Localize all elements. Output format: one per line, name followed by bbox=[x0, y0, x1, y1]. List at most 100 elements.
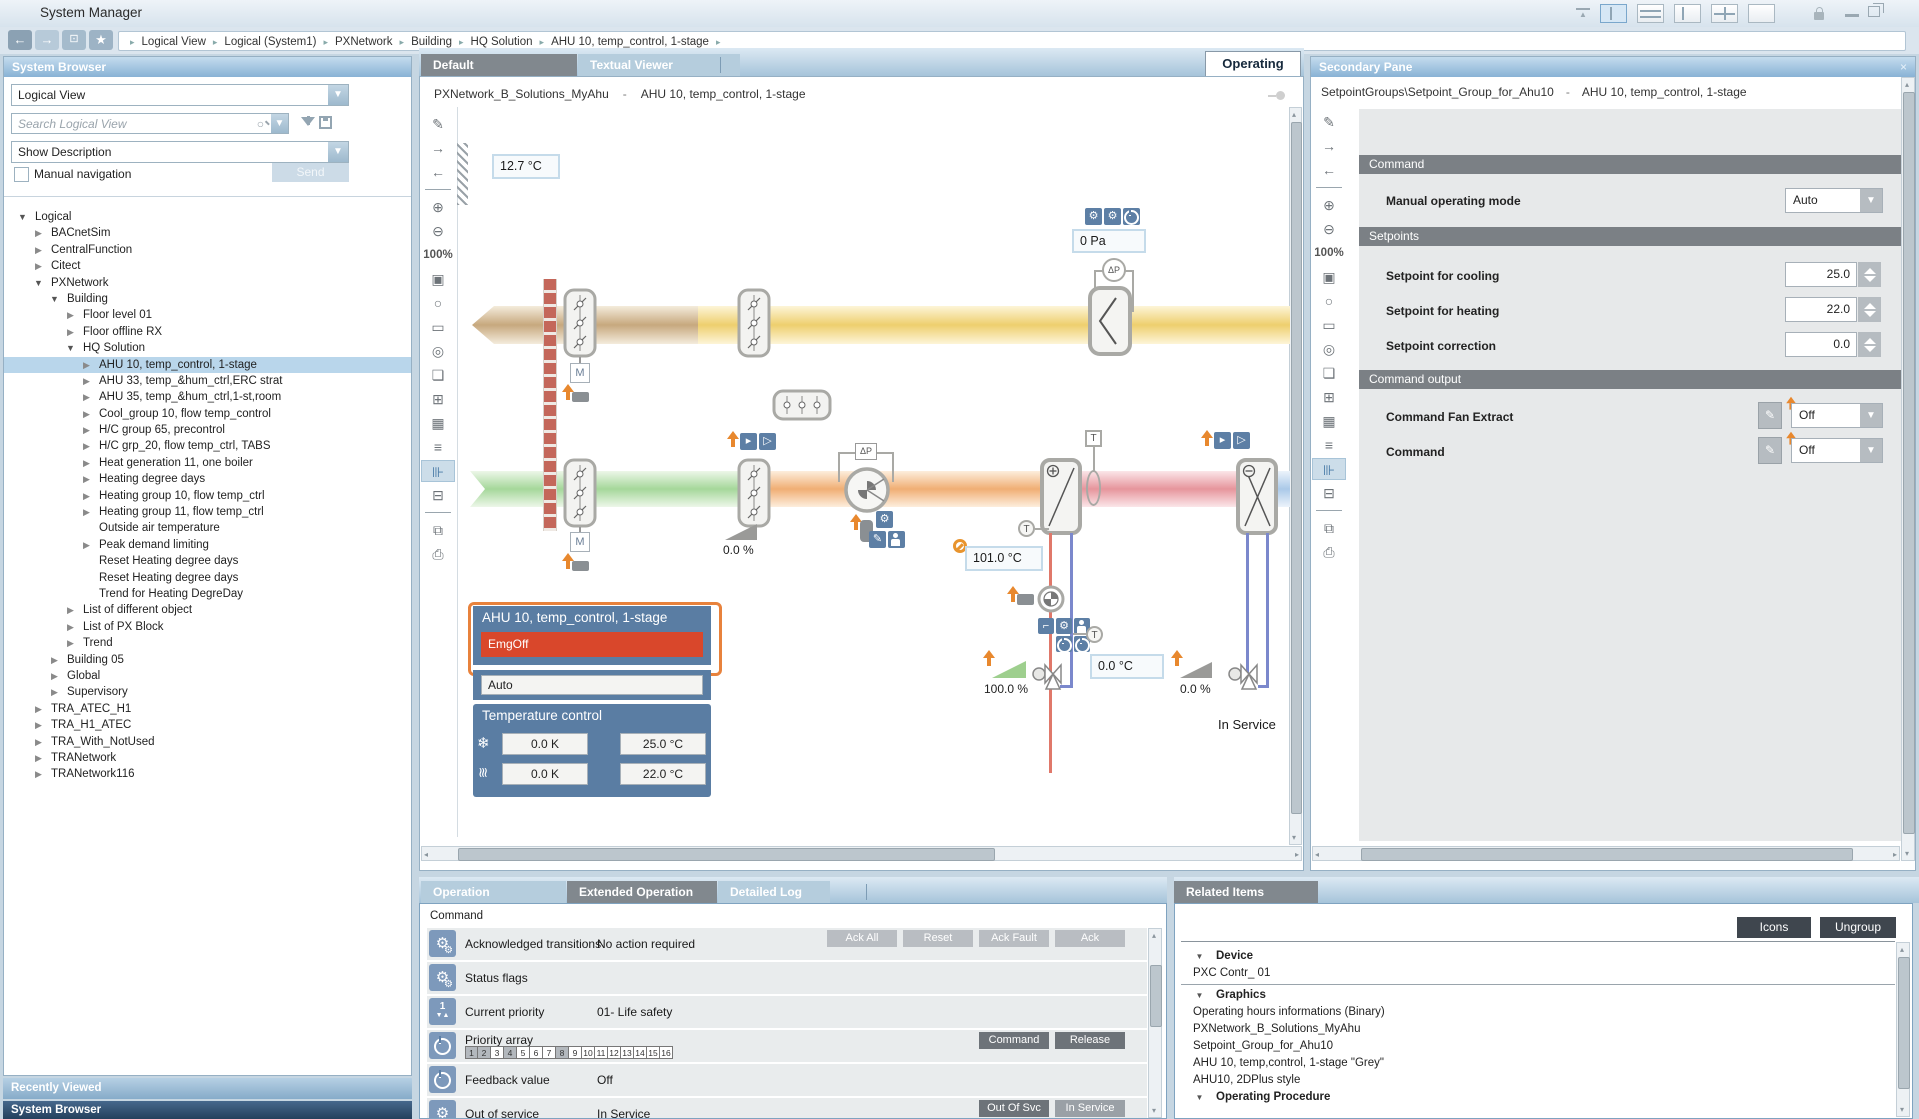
tree-item[interactable]: ▶Cool_group 10, flow temp_control bbox=[4, 406, 411, 422]
priority-cell[interactable]: 1 bbox=[465, 1046, 478, 1059]
chevron-down-icon[interactable]: ▼ bbox=[1860, 189, 1882, 212]
tree-item[interactable]: ▶Heating group 10, flow temp_ctrl bbox=[4, 488, 411, 504]
tree-item[interactable]: ▶AHU 10, temp_control, 1-stage bbox=[4, 357, 411, 373]
ungroup-button[interactable]: Ungroup bbox=[1820, 917, 1896, 938]
cmd-edit-button[interactable]: ✎ bbox=[1758, 437, 1782, 464]
tree-item[interactable]: ▼PXNetwork bbox=[4, 275, 411, 291]
related-item[interactable]: PXNetwork_B_Solutions_MyAhu bbox=[1181, 1021, 1895, 1038]
tree-expander-icon[interactable]: ▶ bbox=[32, 717, 45, 733]
tree-item[interactable]: ▶BACnetSim bbox=[4, 225, 411, 241]
priority-cell[interactable]: 12 bbox=[608, 1046, 621, 1059]
tree-expander-icon[interactable]: ▶ bbox=[32, 734, 45, 750]
history-button[interactable]: ⊡ bbox=[62, 30, 86, 50]
tree-expander-icon[interactable]: ▶ bbox=[64, 307, 77, 323]
breadcrumb-item[interactable]: HQ Solution bbox=[471, 36, 533, 48]
close-icon[interactable]: × bbox=[1900, 57, 1907, 77]
select-rect-icon[interactable]: ▭ bbox=[1312, 314, 1346, 336]
tree-expander-icon[interactable]: ▶ bbox=[32, 750, 45, 766]
tab-detailed-log[interactable]: Detailed Log bbox=[718, 881, 830, 903]
tree-expander-icon[interactable]: ▶ bbox=[80, 471, 93, 487]
layout-split-left-button[interactable] bbox=[1674, 4, 1701, 23]
ack-fault-button[interactable]: Ack Fault bbox=[979, 930, 1049, 947]
release-button[interactable]: Release bbox=[1055, 1032, 1125, 1049]
sp-cooling-input[interactable]: 25.0 bbox=[1785, 262, 1857, 287]
zoom-in-icon[interactable]: ⊕ bbox=[1312, 194, 1346, 216]
thumbnail-icon[interactable]: ▦ bbox=[1312, 410, 1346, 432]
sp-correction-input[interactable]: 0.0 bbox=[1785, 332, 1857, 357]
tree-expander-icon[interactable]: ▶ bbox=[80, 488, 93, 504]
layout-split-grid-button[interactable] bbox=[1711, 4, 1738, 23]
view-selector[interactable]: Logical View▼ bbox=[11, 84, 349, 106]
tab-operation[interactable]: Operation bbox=[421, 881, 566, 903]
collapse-icon[interactable]: ▲ bbox=[1576, 8, 1590, 20]
fit-view-icon[interactable]: ▣ bbox=[421, 268, 455, 290]
tree-item[interactable]: ▼Building bbox=[4, 291, 411, 307]
tree-item[interactable]: ▶TRA_ATEC_H1 bbox=[4, 701, 411, 717]
priority-cell[interactable]: 7 bbox=[543, 1046, 556, 1059]
system-browser-bar[interactable]: System Browser bbox=[3, 1101, 412, 1119]
compare-icon[interactable]: ⊟ bbox=[421, 484, 455, 506]
tree-expander-icon[interactable]: ▼ bbox=[64, 340, 77, 356]
related-item[interactable]: AHU10, 2DPlus style bbox=[1181, 1072, 1895, 1089]
zoom-out-icon[interactable]: ⊖ bbox=[1312, 218, 1346, 240]
minimize-button[interactable] bbox=[1845, 14, 1859, 17]
recently-viewed-bar[interactable]: Recently Viewed bbox=[3, 1078, 412, 1099]
tree-item[interactable]: ▶TRA_With_NotUsed bbox=[4, 734, 411, 750]
tree-item[interactable]: ▶TRANetwork bbox=[4, 750, 411, 766]
tree-item[interactable]: ▶TRA_H1_ATEC bbox=[4, 717, 411, 733]
cmd-dropdown[interactable]: Off ▼ bbox=[1791, 438, 1883, 463]
forward-icon[interactable]: → bbox=[421, 137, 455, 159]
forward-button[interactable]: → bbox=[35, 30, 59, 50]
priority-cell[interactable]: 10 bbox=[582, 1046, 595, 1059]
tree-expander-icon[interactable]: ▶ bbox=[80, 455, 93, 471]
tree-expander-icon[interactable]: ▶ bbox=[32, 766, 45, 782]
related-item[interactable]: AHU 10, temp,control, 1-stage "Grey" bbox=[1181, 1055, 1895, 1072]
tree-expander-icon[interactable]: ▶ bbox=[48, 652, 61, 668]
pen-icon[interactable]: ✎ bbox=[1312, 111, 1346, 133]
tree-expander-icon[interactable]: ▶ bbox=[32, 258, 45, 274]
tree-item[interactable]: ▶Supervisory bbox=[4, 684, 411, 700]
tree-expander-icon[interactable]: ▶ bbox=[32, 225, 45, 241]
tree-expander-icon[interactable]: ▶ bbox=[80, 504, 93, 520]
reset-button[interactable]: Reset bbox=[903, 930, 973, 947]
tree-expander-icon[interactable]: ▼ bbox=[32, 275, 45, 291]
tree-expander-icon[interactable]: ▶ bbox=[48, 668, 61, 684]
tree-expander-icon[interactable]: ▶ bbox=[80, 357, 93, 373]
tree-expander-icon[interactable]: ▶ bbox=[64, 635, 77, 651]
tree-item[interactable]: ▶TRANetwork116 bbox=[4, 766, 411, 782]
ack-button[interactable]: Ack bbox=[1055, 930, 1125, 947]
tree-expander-icon[interactable]: ▶ bbox=[32, 242, 45, 258]
layout-split-2col-button[interactable] bbox=[1600, 4, 1627, 23]
layers-icon[interactable]: ≡ bbox=[421, 436, 455, 458]
chevron-down-icon[interactable]: ▼ bbox=[328, 85, 348, 105]
sliders-icon[interactable]: ⊪ bbox=[1312, 458, 1346, 480]
operation-v-scrollbar[interactable]: ▴ ▾ bbox=[1148, 928, 1162, 1118]
manual-navigation-checkbox[interactable] bbox=[14, 167, 29, 182]
back-icon[interactable]: ← bbox=[421, 161, 455, 183]
tree-item[interactable]: ▶Global bbox=[4, 668, 411, 684]
tree-item[interactable]: ▶AHU 33, temp_&hum_ctrl,ERC strat bbox=[4, 373, 411, 389]
sp-correction-spinner[interactable] bbox=[1858, 332, 1881, 357]
layers-icon[interactable]: ≡ bbox=[1312, 434, 1346, 456]
tree-item[interactable]: ▶Floor offline RX bbox=[4, 324, 411, 340]
zoom-in-icon[interactable]: ⊕ bbox=[421, 196, 455, 218]
search-input[interactable]: Search Logical View ○ ▼ bbox=[11, 113, 289, 134]
tree-item[interactable]: ▶Heating degree days bbox=[4, 471, 411, 487]
operation-v-scrollbar-thumb[interactable] bbox=[1150, 965, 1162, 1027]
tree-item[interactable]: ▶AHU 35, temp_&hum_ctrl,1-st,room bbox=[4, 389, 411, 405]
priority-cell[interactable]: 8 bbox=[556, 1046, 569, 1059]
priority-cell[interactable]: 3 bbox=[491, 1046, 504, 1059]
collapse-arrow-icon[interactable]: ▼ bbox=[1193, 987, 1206, 1004]
print-icon[interactable]: ⎙ bbox=[1312, 541, 1346, 563]
layout-split-bottom-button[interactable] bbox=[1637, 4, 1664, 23]
collapse-arrow-icon[interactable]: ▼ bbox=[1193, 948, 1206, 965]
tab-textual-viewer[interactable]: Textual Viewer bbox=[578, 54, 740, 76]
tree-item[interactable]: ▶H/C group 65, precontrol bbox=[4, 422, 411, 438]
related-group-header[interactable]: ▼Operating Procedure bbox=[1181, 1089, 1895, 1106]
tree-item[interactable]: ▶Floor level 01 bbox=[4, 307, 411, 323]
tree-expander-icon[interactable]: ▶ bbox=[64, 602, 77, 618]
tree-item[interactable]: Reset Heating degree days bbox=[4, 553, 411, 569]
print-icon[interactable]: ⎙ bbox=[421, 543, 455, 565]
tree-expander-icon[interactable]: ▶ bbox=[80, 373, 93, 389]
tree-expander-icon[interactable]: ▶ bbox=[80, 537, 93, 553]
